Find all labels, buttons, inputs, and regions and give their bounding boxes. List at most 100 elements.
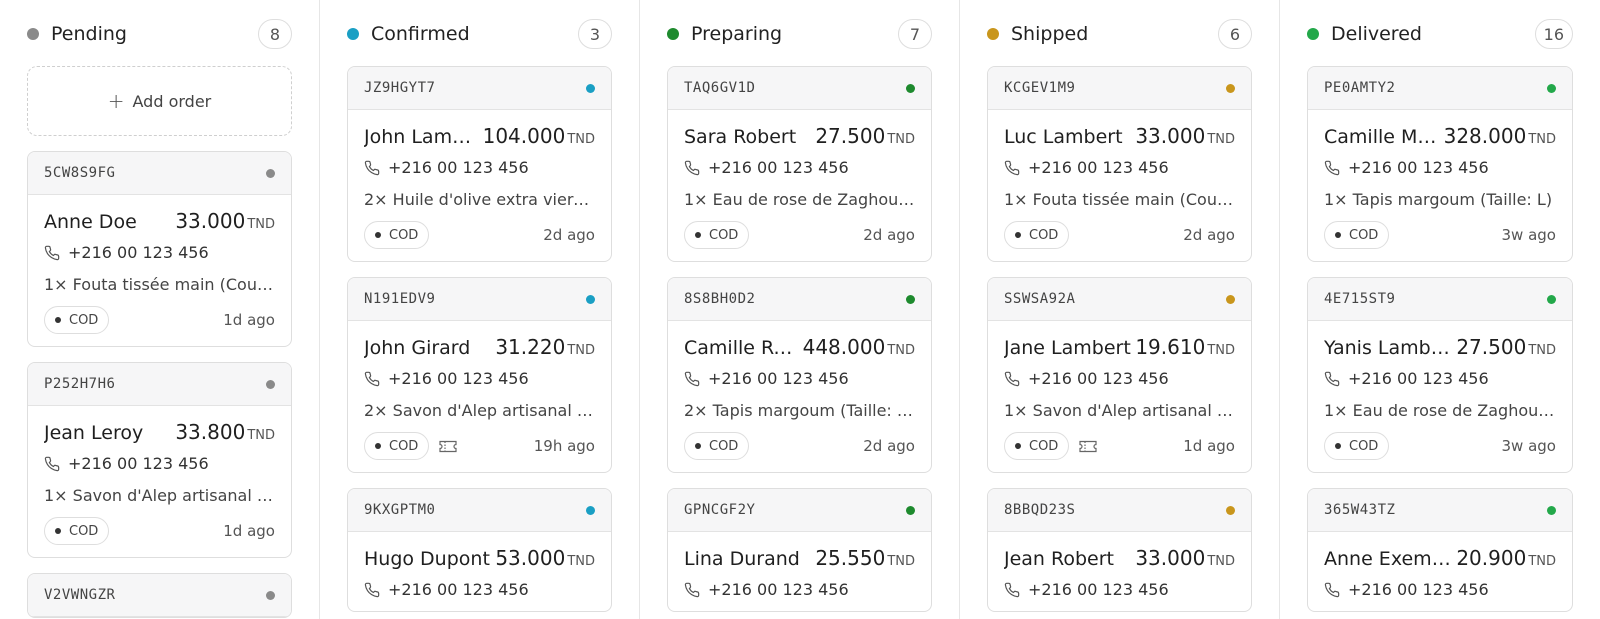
amount-value: 19.610 [1135,335,1206,359]
order-card-header: P252H7H6 [28,363,291,406]
order-card-body: Sara Robert 27.500 TND +216 00 123 456 1× … [668,110,931,261]
order-card[interactable]: 8BBQD23S Jean Robert 33.000 TND +216 00 1… [987,488,1252,612]
order-code: 4E715ST9 [1324,291,1396,307]
phone-number: +216 00 123 456 [708,580,849,599]
phone-number: +216 00 123 456 [388,158,529,177]
phone-icon [684,160,700,175]
customer-phone: +216 00 123 456 [1004,158,1235,177]
order-items: 2× Huile d'olive extra vierge (1L) [364,190,595,209]
order-card-body: John Girard 31.220 TND +216 00 123 456 2× … [348,321,611,472]
order-card[interactable]: 4E715ST9 Yanis Lambert 27.500 TND +216 00… [1307,277,1573,473]
order-code: PE0AMTY2 [1324,80,1396,96]
order-card[interactable]: 9KXGPTM0 Hugo Dupont 53.000 TND +216 00 1… [347,488,612,612]
phone-icon [684,371,700,386]
column-status-dot [987,28,999,40]
order-card[interactable]: N191EDV9 John Girard 31.220 TND +216 00 1… [347,277,612,473]
order-amount: 25.550 TND [815,546,915,570]
order-card-header: 5CW8S9FG [28,152,291,195]
customer-phone: +216 00 123 456 [1004,580,1235,599]
payment-badge: COD [364,432,430,460]
column-status-dot [667,28,679,40]
column-count-badge: 16 [1534,19,1573,49]
order-card[interactable]: 8S8BH0D2 Camille Rousseau 448.000TND +21… [667,277,932,473]
customer-phone: +216 00 123 456 [684,580,915,599]
status-dot [1547,83,1556,93]
order-age: 3w ago [1501,226,1556,244]
column-3: Shipped 6 KCGEV1M9 Luc Lambert 33.000 TND… [960,0,1280,619]
payment-badge: COD [1004,221,1070,249]
amount-value: 27.500 [1456,335,1527,359]
order-code: N191EDV9 [364,291,436,307]
order-amount: 31.220 TND [495,335,595,359]
add-order-button[interactable]: + Add order [27,66,292,136]
order-card-header: PE0AMTY2 [1308,67,1572,110]
customer-name: Jean Robert [1004,548,1115,570]
amount-currency: TND [1528,132,1556,147]
order-card[interactable]: JZ9HGYT7 John Lambert 104.000 TND +216 00… [347,66,612,262]
customer-phone: +216 00 123 456 [364,158,595,177]
order-items: 1× Tapis margoum (Taille: L) [1324,190,1553,209]
payment-label: COD [1029,227,1059,243]
column-header: Delivered 16 [1307,0,1573,66]
order-card[interactable]: TAQ6GV1D Sara Robert 27.500 TND +216 00 1… [667,66,932,262]
order-card[interactable]: PE0AMTY2 Camille Martin 328.000TND +216 … [1307,66,1573,262]
payment-badge: COD [1324,221,1390,249]
payment-label: COD [1029,438,1059,454]
column-4: Delivered 16 PE0AMTY2 Camille Martin 328… [1280,0,1600,619]
order-card[interactable]: V2VWNGZR [27,573,292,618]
phone-icon [44,245,60,260]
phone-icon [364,582,380,597]
payment-badge: COD [684,432,750,460]
amount-value: 33.000 [1135,124,1206,148]
order-code: KCGEV1M9 [1004,80,1076,96]
amount-value: 25.550 [815,546,886,570]
amount-currency: TND [1528,554,1556,569]
order-card[interactable]: 365W43TZ Anne Exemple 20.900 TND +216 00 … [1307,488,1573,612]
customer-name: Anne Doe [44,211,137,233]
amount-currency: TND [1207,343,1235,358]
badge-dot [695,443,701,449]
customer-phone: +216 00 123 456 [1324,580,1556,599]
phone-icon [364,160,380,175]
order-card[interactable]: GPNCGF2Y Lina Durand 25.550 TND +216 00 1… [667,488,932,612]
amount-value: 328.000 [1443,124,1527,148]
amount-currency: TND [887,132,915,147]
amount-currency: TND [567,554,595,569]
order-card-header: SSWSA92A [988,278,1251,321]
column-header: Confirmed 3 [347,0,612,66]
phone-icon [1324,160,1340,175]
status-dot [266,379,275,389]
customer-phone: +216 00 123 456 [44,243,275,262]
status-dot [906,505,915,515]
status-dot [266,590,275,600]
amount-currency: TND [887,554,915,569]
order-items: 1× Fouta tissée main (Couleur: Bleu) [44,275,275,294]
column-0: Pending 8 + Add order 5CW8S9FG Anne Doe … [0,0,320,619]
order-card[interactable]: SSWSA92A Jane Lambert 19.610 TND +216 00 … [987,277,1252,473]
order-amount: 27.500 TND [1456,335,1556,359]
badge-dot [1015,443,1021,449]
order-code: 9KXGPTM0 [364,502,436,518]
payment-label: COD [69,523,99,539]
order-amount: 33.800 TND [175,420,275,444]
order-age: 19h ago [533,437,595,455]
order-amount: 33.000 TND [1135,124,1235,148]
order-card-header: 8BBQD23S [988,489,1251,532]
order-card[interactable]: 5CW8S9FG Anne Doe 33.000 TND +216 00 123 … [27,151,292,347]
status-dot [906,294,915,304]
order-card[interactable]: P252H7H6 Jean Leroy 33.800 TND +216 00 12… [27,362,292,558]
phone-icon [1004,160,1020,175]
payment-badge: COD [684,221,750,249]
amount-value: 20.900 [1456,546,1527,570]
customer-phone: +216 00 123 456 [44,454,275,473]
order-age: 1d ago [1183,437,1235,455]
amount-value: 53.000 [495,546,566,570]
customer-name: Anne Exemple [1324,548,1454,570]
column-status-dot [1307,28,1319,40]
order-card[interactable]: KCGEV1M9 Luc Lambert 33.000 TND +216 00 1… [987,66,1252,262]
badge-dot [55,528,61,534]
customer-name: Jean Leroy [44,422,144,444]
phone-icon [1004,582,1020,597]
phone-number: +216 00 123 456 [708,158,849,177]
phone-number: +216 00 123 456 [1348,369,1489,388]
